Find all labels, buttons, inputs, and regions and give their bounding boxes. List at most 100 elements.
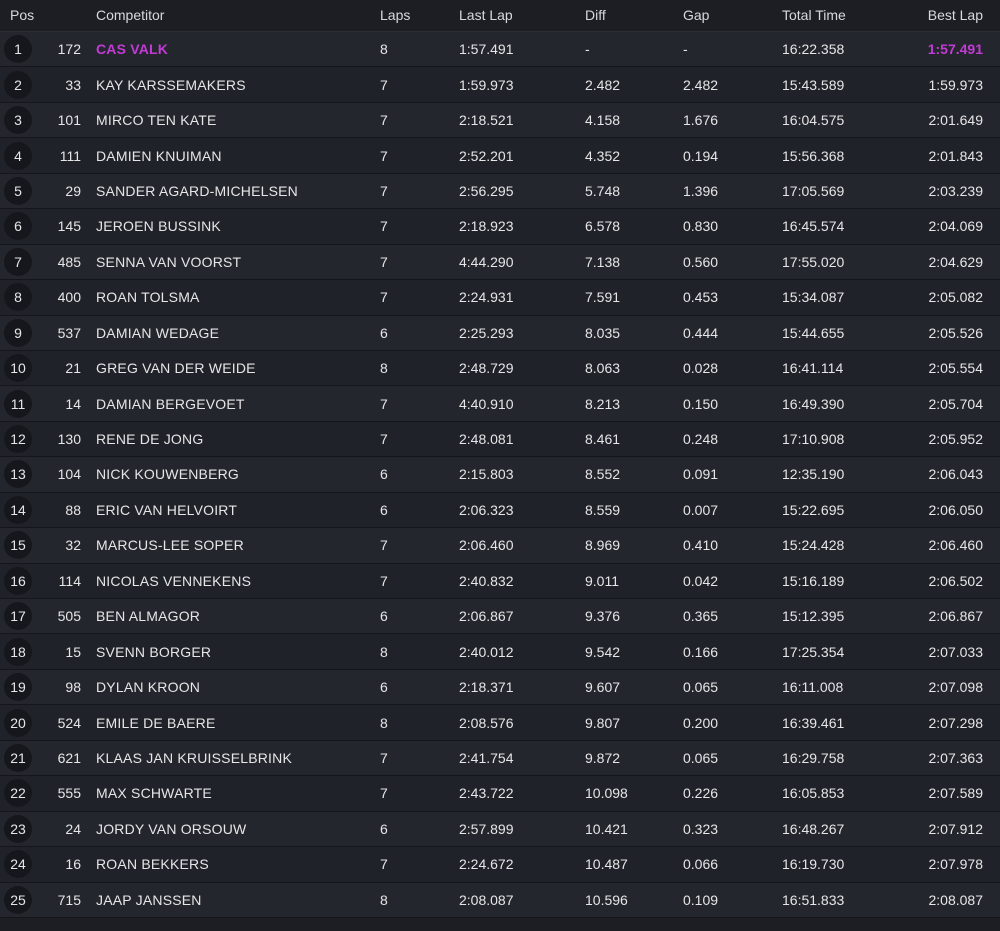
- last-lap-value: 2:48.081: [459, 431, 514, 448]
- race-number: 104: [57, 466, 81, 483]
- competitor-name[interactable]: ROAN TOLSMA: [96, 289, 200, 305]
- table-row[interactable]: 5 29 SANDER AGARD-MICHELSEN 7 2:56.295 5.748 1…: [0, 173, 1000, 210]
- position-badge: 10: [4, 354, 32, 383]
- table-row[interactable]: 24 16 ROAN BEKKERS 7 2:24.672 10.487 0.066 16:1…: [0, 847, 1000, 883]
- table-row[interactable]: 23 24 JORDY VAN ORSOUW 6 2:57.899 10.421 0.323…: [0, 811, 1000, 848]
- competitor-name[interactable]: KLAAS JAN KRUISSELBRINK: [96, 750, 292, 766]
- laps-value: 7: [380, 289, 388, 306]
- last-lap-value: 2:08.087: [459, 891, 514, 908]
- header-pos[interactable]: Pos: [10, 7, 34, 23]
- total-time-value: 15:16.189: [782, 572, 845, 589]
- position-badge: 2: [4, 70, 32, 99]
- table-row[interactable]: 11 14 DAMIAN BERGEVOET 7 4:40.910 8.213 0.150 1…: [0, 386, 1000, 422]
- competitor-name[interactable]: BEN ALMAGOR: [96, 608, 200, 624]
- header-last-lap[interactable]: Last Lap: [459, 7, 513, 23]
- laps-value: 8: [380, 360, 388, 377]
- competitor-name[interactable]: EMILE DE BAERE: [96, 715, 216, 731]
- header-gap[interactable]: Gap: [683, 7, 709, 23]
- table-row[interactable]: 19 98 DYLAN KROON 6 2:18.371 9.607 0.065 16:11.…: [0, 669, 1000, 706]
- header-diff[interactable]: Diff: [585, 7, 606, 23]
- table-row[interactable]: 20 524 EMILE DE BAERE 8 2:08.576 9.807 0.200 16…: [0, 705, 1000, 741]
- competitor-name[interactable]: SANDER AGARD-MICHELSEN: [96, 183, 298, 199]
- last-lap-value: 2:43.722: [459, 785, 514, 802]
- competitor-name[interactable]: JAAP JANSSEN: [96, 892, 202, 908]
- position-badge: 6: [4, 212, 32, 241]
- table-row[interactable]: 14 88 ERIC VAN HELVOIRT 6 2:06.323 8.559 0.007…: [0, 492, 1000, 529]
- table-row[interactable]: 16 114 NICOLAS VENNEKENS 7 2:40.832 9.011 0.04…: [0, 563, 1000, 599]
- laps-value: 6: [380, 679, 388, 696]
- competitor-name[interactable]: ERIC VAN HELVOIRT: [96, 502, 237, 518]
- competitor-name[interactable]: MARCUS-LEE SOPER: [96, 537, 244, 553]
- header-competitor[interactable]: Competitor: [96, 7, 164, 23]
- diff-value: 10.421: [585, 820, 628, 837]
- competitor-name[interactable]: NICOLAS VENNEKENS: [96, 573, 251, 589]
- table-row[interactable]: 2 33 KAY KARSSEMAKERS 7 1:59.973 2.482 2.482 15…: [0, 67, 1000, 103]
- results-table: 1 172 CAS VALK 8 1:57.491- -16:22.358 1:57.491…: [0, 32, 1000, 918]
- table-row[interactable]: 3 101 MIRCO TEN KATE 7 2:18.521 4.158 1.676 16:…: [0, 102, 1000, 139]
- competitor-name[interactable]: CAS VALK: [96, 41, 168, 57]
- best-lap-value: 2:06.050: [928, 501, 984, 518]
- race-number: 101: [57, 112, 81, 129]
- diff-value: 4.158: [585, 112, 621, 129]
- competitor-name[interactable]: SENNA VAN VOORST: [96, 254, 241, 270]
- competitor-name[interactable]: JEROEN BUSSINK: [96, 218, 221, 234]
- competitor-name[interactable]: MAX SCHWARTE: [96, 785, 212, 801]
- table-row[interactable]: 9 537 DAMIAN WEDAGE 6 2:25.293 8.035 0.444 15:4…: [0, 315, 1000, 351]
- table-row[interactable]: 21 621 KLAAS JAN KRUISSELBRINK 7 2:41.754 9.8…: [0, 740, 1000, 777]
- competitor-name[interactable]: DAMIAN WEDAGE: [96, 325, 219, 341]
- table-row[interactable]: 6 145 JEROEN BUSSINK 7 2:18.923 6.578 0.830 16:…: [0, 209, 1000, 245]
- table-row[interactable]: 12 130 RENE DE JONG 7 2:48.081 8.461 0.248 17:1…: [0, 421, 1000, 458]
- race-number: 524: [57, 714, 81, 731]
- total-time-value: 16:48.267: [782, 820, 845, 837]
- competitor-name[interactable]: NICK KOUWENBERG: [96, 466, 239, 482]
- diff-value: 9.542: [585, 643, 621, 660]
- competitor-name[interactable]: DAMIAN BERGEVOET: [96, 396, 245, 412]
- gap-value: 0.042: [683, 572, 719, 589]
- table-row[interactable]: 18 15 SVENN BORGER 8 2:40.012 9.542 0.166 17:25…: [0, 634, 1000, 670]
- diff-value: 2.482: [585, 76, 621, 93]
- position-badge: 21: [4, 743, 32, 772]
- laps-value: 8: [380, 643, 388, 660]
- table-row[interactable]: 10 21 GREG VAN DER WEIDE 8 2:48.729 8.063 0.02…: [0, 350, 1000, 387]
- total-time-value: 16:39.461: [782, 714, 845, 731]
- header-total-time[interactable]: Total Time: [782, 7, 846, 23]
- position-badge: 5: [4, 176, 32, 205]
- competitor-name[interactable]: KAY KARSSEMAKERS: [96, 77, 246, 93]
- diff-value: 8.461: [585, 431, 621, 448]
- competitor-name[interactable]: ROAN BEKKERS: [96, 856, 209, 872]
- diff-value: 9.011: [585, 572, 619, 589]
- gap-value: 0.166: [683, 643, 719, 660]
- table-row[interactable]: 13 104 NICK KOUWENBERG 6 2:15.803 8.552 0.091 1…: [0, 457, 1000, 493]
- last-lap-value: 2:24.931: [459, 289, 514, 306]
- last-lap-value: 2:24.672: [459, 856, 514, 873]
- gap-value: 0.109: [683, 891, 719, 908]
- laps-value: 6: [380, 608, 388, 625]
- last-lap-value: 2:06.867: [459, 608, 514, 625]
- last-lap-value: 2:41.754: [459, 749, 514, 766]
- table-row[interactable]: 25 715 JAAP JANSSEN 8 2:08.087 10.596 0.109 16:…: [0, 882, 1000, 918]
- best-lap-value: 2:03.239: [928, 182, 984, 199]
- laps-value: 7: [380, 182, 388, 199]
- best-lap-value: 2:07.033: [928, 643, 984, 660]
- competitor-name[interactable]: SVENN BORGER: [96, 644, 211, 660]
- competitor-name[interactable]: RENE DE JONG: [96, 431, 203, 447]
- table-row[interactable]: 7 485 SENNA VAN VOORST 7 4:44.290 7.138 0.560 1…: [0, 244, 1000, 281]
- diff-value: 8.969: [585, 537, 621, 554]
- competitor-name[interactable]: DAMIEN KNUIMAN: [96, 148, 222, 164]
- competitor-name[interactable]: DYLAN KROON: [96, 679, 200, 695]
- laps-value: 6: [380, 501, 388, 518]
- header-laps[interactable]: Laps: [380, 7, 410, 23]
- competitor-name[interactable]: MIRCO TEN KATE: [96, 112, 217, 128]
- table-row[interactable]: 15 32 MARCUS-LEE SOPER 7 2:06.460 8.969 0.410 1…: [0, 528, 1000, 564]
- laps-value: 7: [380, 572, 388, 589]
- competitor-name[interactable]: JORDY VAN ORSOUW: [96, 821, 246, 837]
- gap-value: 0.453: [683, 289, 719, 306]
- table-row[interactable]: 22 555 MAX SCHWARTE 7 2:43.722 10.098 0.226 16:…: [0, 776, 1000, 812]
- competitor-name[interactable]: GREG VAN DER WEIDE: [96, 360, 256, 376]
- header-best-lap[interactable]: Best Lap: [928, 7, 983, 23]
- table-row[interactable]: 17 505 BEN ALMAGOR 6 2:06.867 9.376 0.365 15:12…: [0, 599, 1000, 635]
- table-row[interactable]: 1 172 CAS VALK 8 1:57.491 - - 16:22.358 1:57.491: [0, 32, 1000, 68]
- table-row[interactable]: 4 111 DAMIEN KNUIMAN 7 2:52.201 4.352 0.194 15:…: [0, 138, 1000, 174]
- diff-value: 6.578: [585, 218, 621, 235]
- table-row[interactable]: 8 400 ROAN TOLSMA 7 2:24.931 7.591 0.453 15:34.…: [0, 280, 1000, 316]
